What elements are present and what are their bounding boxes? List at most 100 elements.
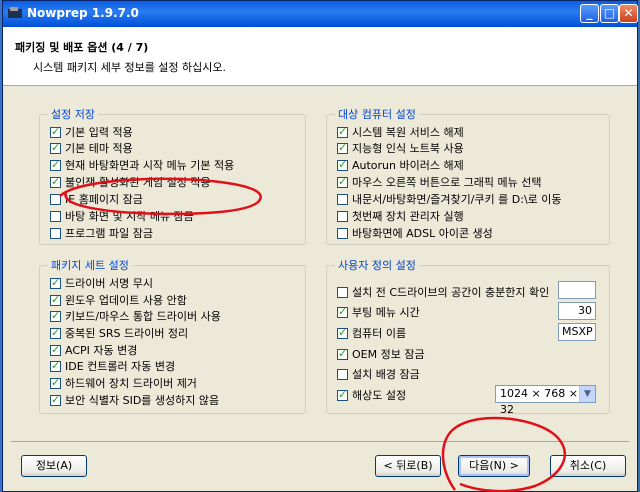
page-title: 패키징 및 배포 옵션 (4 / 7) <box>15 41 149 54</box>
checkbox[interactable] <box>337 227 348 239</box>
checkbox-item[interactable]: 기본 테마 적용 <box>50 140 133 156</box>
checkbox-label: 설치 배경 잠금 <box>352 368 420 381</box>
minimize-button[interactable]: _ <box>580 4 599 23</box>
checkbox[interactable] <box>50 125 61 138</box>
close-button[interactable]: ✕ <box>619 4 638 23</box>
checkbox-label: 프로그램 파일 잠금 <box>65 227 153 240</box>
checkbox-item[interactable]: 첫번째 장치 관리자 실행 <box>337 208 464 224</box>
checkbox-item[interactable]: 드라이버 서명 무시 <box>50 275 153 291</box>
cancel-button[interactable]: 취소(C) <box>550 455 626 477</box>
next-button[interactable]: 다음(N) > <box>458 455 530 477</box>
checkbox-item[interactable]: 중복된 SRS 드라이버 정리 <box>50 325 188 341</box>
checkbox-item[interactable]: 바탕 화면 및 시작 메뉴 잠금 <box>50 208 194 224</box>
checkbox-label: 마우스 오른쪽 버튼으로 그래픽 메뉴 선택 <box>352 176 542 189</box>
checkbox-item[interactable]: 윈도우 업데이트 사용 안함 <box>50 292 187 308</box>
checkbox-item[interactable]: 기본 입력 적용 <box>50 124 133 140</box>
checkbox[interactable] <box>50 293 61 306</box>
checkbox[interactable] <box>337 326 348 339</box>
wizard-window: Nowprep 1.9.7.0 _ □ ✕ 패키징 및 배포 옵션 (4 / 7… <box>2 0 638 492</box>
checkbox[interactable] <box>50 326 61 339</box>
checkbox-label: 기본 테마 적용 <box>65 142 133 155</box>
checkbox-item[interactable]: 해상도 설정 <box>337 387 406 403</box>
checkbox[interactable] <box>337 141 348 154</box>
checkbox-item[interactable]: 현재 바탕화면과 시작 메뉴 기본 적용 <box>50 157 234 173</box>
checkbox-item[interactable]: 지능형 인식 노트북 사용 <box>337 140 464 156</box>
checkbox[interactable] <box>337 388 348 401</box>
checkbox[interactable] <box>50 309 61 322</box>
checkbox-item[interactable]: ACPI 자동 변경 <box>50 342 137 358</box>
boot-menu-time-field[interactable]: 30 <box>558 302 596 320</box>
checkbox[interactable] <box>50 175 61 188</box>
computer-name-field[interactable]: MSXP <box>558 323 596 341</box>
checkbox[interactable] <box>337 193 348 205</box>
checkbox-item[interactable]: 키보드/마우스 통합 드라이버 사용 <box>50 308 221 324</box>
checkbox-label: 중복된 SRS 드라이버 정리 <box>65 327 189 340</box>
checkbox-label: 보안 식별자 SID를 생성하지 않음 <box>65 394 220 407</box>
checkbox-label: IDE 컨트롤러 자동 변경 <box>65 360 176 373</box>
back-button[interactable]: < 뒤로(B) <box>375 455 441 477</box>
checkbox-label: 첫번째 장치 관리자 실행 <box>352 210 464 223</box>
chevron-down-icon[interactable]: ▼ <box>579 386 595 402</box>
checkbox-label: 불인잭 활성화된 게임 설정 적용 <box>65 176 211 189</box>
checkbox[interactable] <box>337 175 348 188</box>
checkbox[interactable] <box>50 210 61 222</box>
checkbox[interactable] <box>50 276 61 289</box>
checkbox-item[interactable]: 프로그램 파일 잠금 <box>50 225 153 241</box>
checkbox-label: 윈도우 업데이트 사용 안함 <box>65 294 187 307</box>
checkbox-item[interactable]: 하드웨어 장치 드라이버 제거 <box>50 375 197 391</box>
checkbox[interactable] <box>50 141 61 154</box>
checkbox-item[interactable]: Autorun 바이러스 해제 <box>337 157 464 173</box>
checkbox-label: 기본 입력 적용 <box>65 126 133 139</box>
checkbox[interactable] <box>50 227 61 239</box>
checkbox[interactable] <box>337 368 348 380</box>
disk-space-field[interactable] <box>558 281 596 299</box>
checkbox[interactable] <box>50 158 61 171</box>
checkbox-item[interactable]: 컴퓨터 이름 <box>337 325 406 341</box>
checkbox-item[interactable]: IDE 컨트롤러 자동 변경 <box>50 358 175 374</box>
checkbox-label: OEM 정보 잠금 <box>352 348 425 361</box>
group-legend: 패키지 세트 설정 <box>48 259 132 272</box>
footer-divider <box>11 441 629 442</box>
app-icon <box>8 7 22 18</box>
checkbox[interactable] <box>50 376 61 389</box>
checkbox-item[interactable]: IE 홈페이지 잠금 <box>50 191 143 207</box>
checkbox-item[interactable]: 시스템 복원 서비스 해제 <box>337 124 464 140</box>
resolution-value: 1024 × 768 × 32 <box>500 387 578 416</box>
checkbox[interactable] <box>337 125 348 138</box>
checkbox-item[interactable]: OEM 정보 잠금 <box>337 346 425 362</box>
checkbox[interactable] <box>50 359 61 372</box>
target-computer-group: 대상 컴퓨터 설정 시스템 복원 서비스 해제 지능형 인식 노트북 사용 Au… <box>326 108 610 245</box>
page-subtitle: 시스템 패키지 세부 정보를 설정 하십시오. <box>33 61 227 74</box>
group-legend: 대상 컴퓨터 설정 <box>335 108 419 121</box>
checkbox[interactable] <box>337 286 348 298</box>
checkbox[interactable] <box>337 305 348 318</box>
checkbox-item[interactable]: 보안 식별자 SID를 생성하지 않음 <box>50 392 219 408</box>
checkbox[interactable] <box>50 343 61 356</box>
checkbox-item[interactable]: 불인잭 활성화된 게임 설정 적용 <box>50 174 211 190</box>
checkbox-item[interactable]: 설치 배경 잠금 <box>337 366 420 382</box>
checkbox-item[interactable]: 내문서/바탕화면/즐겨찾기/쿠키 를 D:\로 이동 <box>337 191 562 207</box>
checkbox-label: ACPI 자동 변경 <box>65 344 138 357</box>
settings-save-group: 설정 저장 기본 입력 적용 기본 테마 적용 현재 바탕화면과 시작 메뉴 기… <box>39 108 306 245</box>
checkbox-label: 설치 전 C드라이브의 공간이 충분한지 확인 <box>352 286 550 299</box>
title-bar[interactable]: Nowprep 1.9.7.0 _ □ ✕ <box>3 1 638 27</box>
resolution-select[interactable]: 1024 × 768 × 32 ▼ <box>495 385 596 416</box>
checkbox-label: 시스템 복원 서비스 해제 <box>352 126 464 139</box>
checkbox-label: 지능형 인식 노트북 사용 <box>352 142 464 155</box>
checkbox-item[interactable]: 설치 전 C드라이브의 공간이 충분한지 확인 <box>337 284 549 300</box>
checkbox-item[interactable]: 부팅 메뉴 시간 <box>337 304 420 320</box>
checkbox[interactable] <box>337 210 348 222</box>
checkbox-item[interactable]: 바탕화면에 ADSL 아이콘 생성 <box>337 225 493 241</box>
checkbox[interactable] <box>337 347 348 360</box>
checkbox-label: 해상도 설정 <box>352 389 407 402</box>
wizard-header: 패키징 및 배포 옵션 (4 / 7) 시스템 패키지 세부 정보를 설정 하십… <box>3 27 637 86</box>
checkbox[interactable] <box>337 158 348 171</box>
checkbox[interactable] <box>50 193 61 205</box>
maximize-button[interactable]: □ <box>600 4 619 23</box>
checkbox-label: 바탕 화면 및 시작 메뉴 잠금 <box>65 210 194 223</box>
checkbox-label: 바탕화면에 ADSL 아이콘 생성 <box>352 227 493 240</box>
info-button[interactable]: 정보(A) <box>21 455 87 477</box>
checkbox[interactable] <box>50 393 61 406</box>
checkbox-label: 부팅 메뉴 시간 <box>352 306 420 319</box>
checkbox-item[interactable]: 마우스 오른쪽 버튼으로 그래픽 메뉴 선택 <box>337 174 542 190</box>
